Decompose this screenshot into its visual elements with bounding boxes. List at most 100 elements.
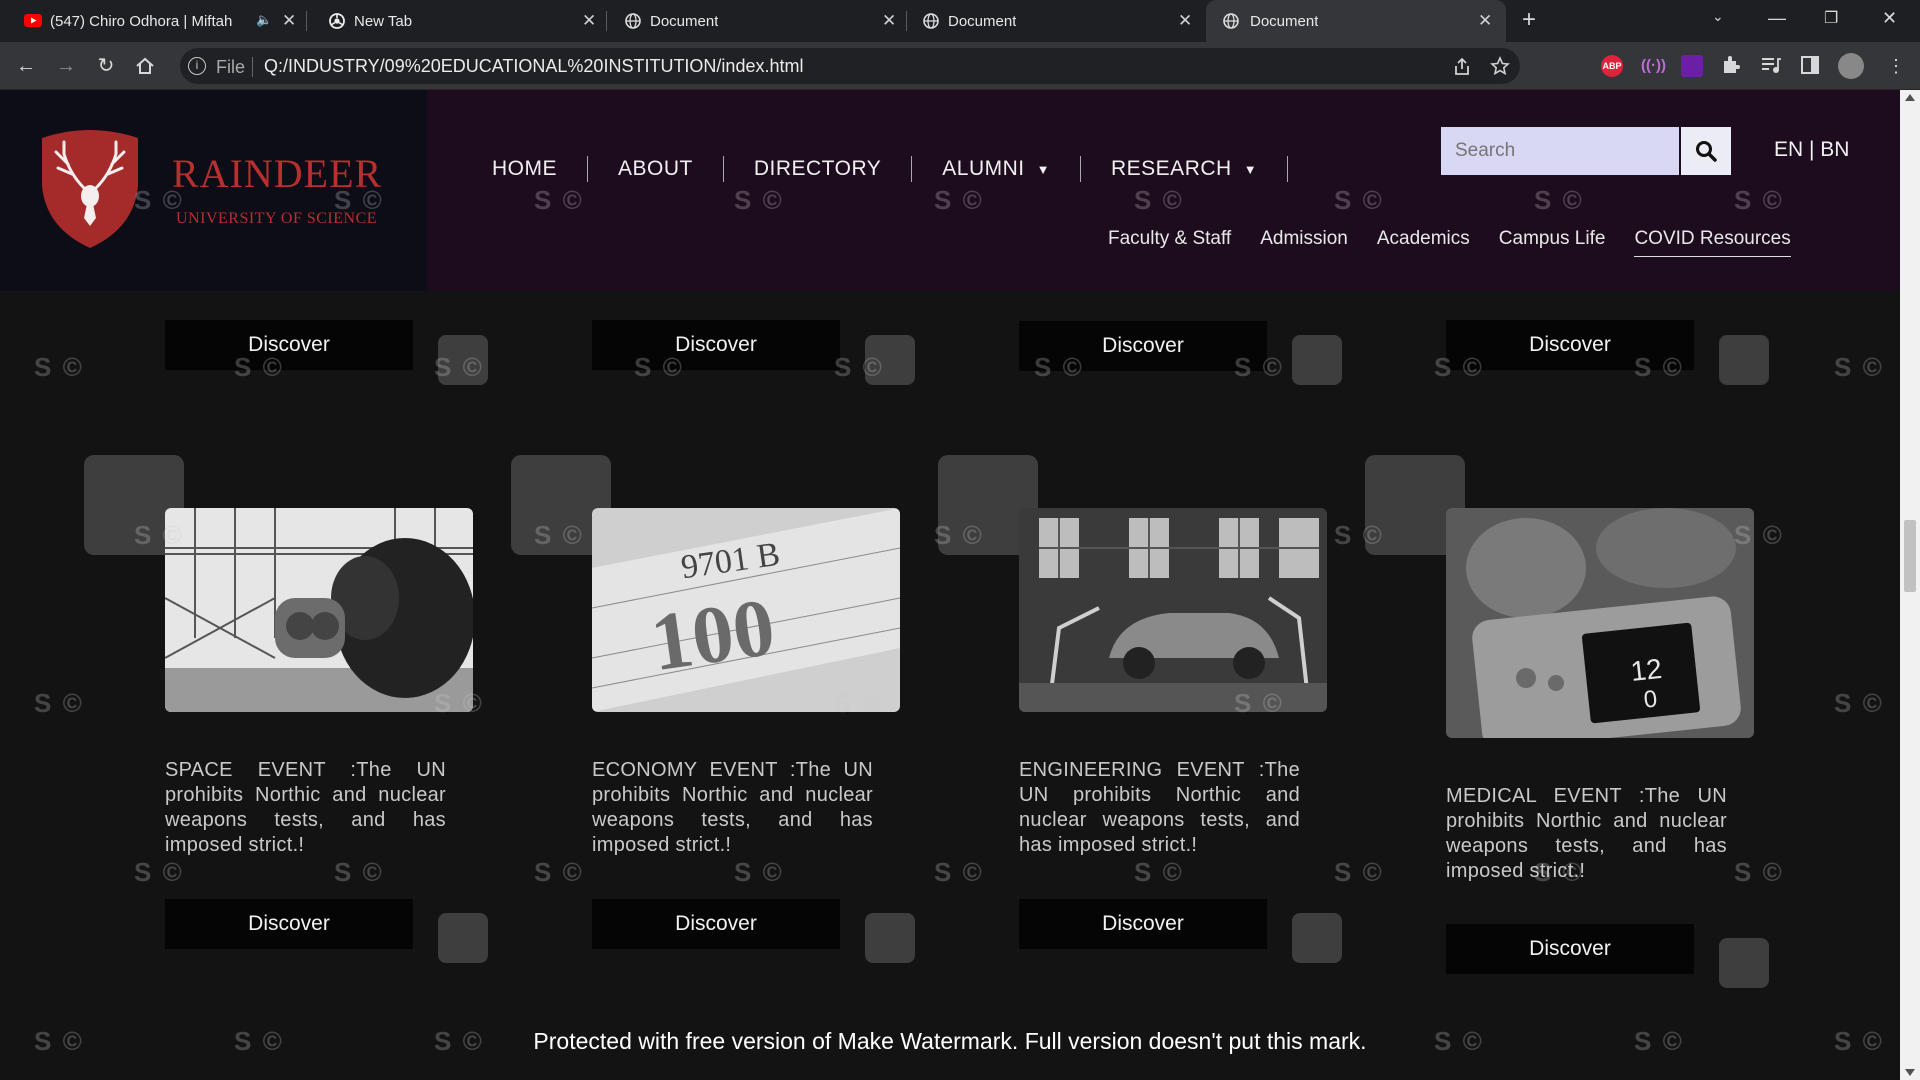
watermark-mark: S © — [1834, 352, 1884, 382]
language-switcher[interactable]: EN | BN — [1774, 138, 1849, 162]
watermark-mark: S © — [534, 857, 584, 887]
close-icon[interactable]: ✕ — [882, 11, 896, 31]
dollar-bill-photo: 9701 B 100 — [592, 508, 900, 712]
audio-icon[interactable]: 🔈 — [256, 12, 272, 28]
deer-shield-logo-icon — [42, 130, 138, 248]
share-icon[interactable] — [1452, 57, 1472, 77]
url-text[interactable]: Q:/INDUSTRY/09%20EDUCATIONAL%20INSTITUTI… — [264, 56, 803, 77]
new-tab-icon[interactable]: + — [1522, 6, 1536, 34]
subnav-admission[interactable]: Admission — [1260, 228, 1348, 257]
caret-down-icon: ▼ — [1036, 161, 1050, 177]
subnav-academics[interactable]: Academics — [1377, 228, 1470, 257]
nav-alumni[interactable]: ALUMNI ▼ — [912, 157, 1080, 181]
scheme-label: File — [216, 57, 246, 77]
forward-arrow-icon[interactable]: → — [54, 54, 78, 78]
minimize-icon[interactable]: — — [1768, 8, 1786, 29]
subnav-faculty-staff[interactable]: Faculty & Staff — [1108, 228, 1231, 257]
watermark-mark: S © — [334, 857, 384, 887]
globe-icon — [1223, 13, 1239, 29]
svg-text:12: 12 — [1629, 653, 1663, 687]
page-viewport: RAINDEER UNIVERSITY OF SCIENCE HOME ABOU… — [0, 90, 1900, 1080]
scroll-up-arrow-icon[interactable] — [1905, 94, 1915, 101]
nav-home[interactable]: HOME — [462, 157, 587, 181]
close-icon[interactable]: ✕ — [582, 11, 596, 31]
tab-document-1[interactable]: Document ✕ — [624, 0, 900, 42]
menu-kebab-icon[interactable]: ⋮ — [1884, 54, 1908, 78]
logo-area[interactable]: RAINDEER UNIVERSITY OF SCIENCE — [0, 90, 427, 291]
scroll-down-arrow-icon[interactable] — [1905, 1069, 1915, 1076]
caret-down-icon: ▼ — [1243, 161, 1258, 177]
discover-button[interactable]: Discover — [165, 320, 413, 370]
svg-text:100: 100 — [645, 581, 779, 688]
sub-nav: Faculty & Staff Admission Academics Camp… — [1108, 228, 1820, 257]
broadcast-extension-icon[interactable]: ((·)) — [1641, 55, 1666, 77]
discover-button[interactable]: Discover — [592, 899, 840, 949]
adblock-icon[interactable]: ABP — [1601, 55, 1623, 77]
main-nav: HOME ABOUT DIRECTORY ALUMNI ▼ RESEARCH ▼ — [462, 152, 1289, 186]
event-image-engineering[interactable] — [1019, 508, 1327, 712]
youtube-icon — [24, 14, 42, 27]
discover-button[interactable]: Discover — [1019, 899, 1267, 949]
search-icon — [1696, 141, 1717, 162]
bookmark-star-icon[interactable] — [1490, 56, 1510, 76]
tab-document-2[interactable]: Document ✕ — [922, 0, 1198, 42]
reload-icon[interactable]: ↻ — [94, 54, 118, 78]
decor-square — [438, 335, 488, 385]
watermark-mark: S © — [34, 352, 84, 382]
tab-title: Document — [948, 12, 1017, 30]
tab-new-tab[interactable]: New Tab ✕ — [328, 0, 600, 42]
tab-title: (547) Chiro Odhora | Miftah — [50, 12, 233, 30]
discover-button[interactable]: Discover — [1446, 924, 1694, 974]
restore-icon[interactable]: ❐ — [1824, 8, 1838, 28]
event-image-economy[interactable]: 9701 B 100 — [592, 508, 900, 712]
page-scrollbar[interactable] — [1900, 90, 1920, 1080]
nav-about[interactable]: ABOUT — [588, 157, 723, 181]
subnav-covid-resources[interactable]: COVID Resources — [1634, 228, 1791, 257]
browser-toolbar: ← → ↻ i File Q:/INDUSTRY/09%20EDUCATIONA… — [0, 42, 1920, 90]
close-icon[interactable]: ✕ — [1178, 11, 1192, 31]
decor-square — [1292, 335, 1342, 385]
extensions-puzzle-icon[interactable] — [1720, 54, 1742, 76]
close-icon[interactable]: ✕ — [1478, 11, 1492, 31]
tab-youtube[interactable]: (547) Chiro Odhora | Miftah 🔈 ✕ — [24, 0, 300, 42]
tab-search-chevron-icon[interactable]: ⌄ — [1712, 8, 1724, 25]
watermark-mark: S © — [1734, 857, 1784, 887]
tab-document-active[interactable]: Document ✕ — [1206, 0, 1506, 42]
chrome-icon — [329, 13, 345, 29]
tab-title: Document — [1250, 12, 1319, 30]
watermark-banner: Protected with free version of Make Wate… — [533, 1028, 1367, 1054]
sidebar-panel-icon[interactable] — [1800, 55, 1820, 75]
event-image-medical[interactable]: 12 0 — [1446, 508, 1754, 738]
tab-strip: (547) Chiro Odhora | Miftah 🔈 ✕ New Tab … — [0, 0, 1920, 42]
window-close-icon[interactable]: ✕ — [1882, 8, 1897, 29]
binoculars-photo — [165, 508, 473, 712]
globe-icon — [923, 13, 939, 29]
purple-extension-icon[interactable] — [1681, 55, 1703, 77]
svg-text:0: 0 — [1642, 686, 1658, 714]
back-arrow-icon[interactable]: ← — [14, 54, 38, 78]
decor-square — [1719, 335, 1769, 385]
discover-button[interactable]: Discover — [165, 899, 413, 949]
scroll-thumb[interactable] — [1904, 520, 1916, 592]
discover-button[interactable]: Discover — [1446, 320, 1694, 370]
nav-directory[interactable]: DIRECTORY — [724, 157, 911, 181]
address-bar[interactable]: i File Q:/INDUSTRY/09%20EDUCATIONAL%20IN… — [180, 48, 1520, 84]
subnav-campus-life[interactable]: Campus Life — [1499, 228, 1606, 257]
discover-button[interactable]: Discover — [592, 320, 840, 370]
nav-research[interactable]: RESEARCH ▼ — [1081, 157, 1287, 181]
search-input[interactable] — [1441, 127, 1679, 175]
watermark-mark: S © — [934, 857, 984, 887]
event-image-space[interactable] — [165, 508, 473, 712]
search-button[interactable] — [1681, 127, 1731, 175]
decor-square — [865, 335, 915, 385]
watermark-mark: S © — [1134, 857, 1184, 887]
decor-square — [1292, 913, 1342, 963]
media-queue-icon[interactable] — [1760, 55, 1782, 75]
profile-avatar-icon[interactable] — [1838, 53, 1864, 79]
watermark-mark: S © — [1334, 857, 1384, 887]
close-icon[interactable]: ✕ — [282, 11, 296, 31]
tab-title: New Tab — [354, 12, 413, 30]
info-icon[interactable]: i — [188, 57, 206, 75]
discover-button[interactable]: Discover — [1019, 321, 1267, 371]
home-icon[interactable] — [135, 56, 155, 76]
